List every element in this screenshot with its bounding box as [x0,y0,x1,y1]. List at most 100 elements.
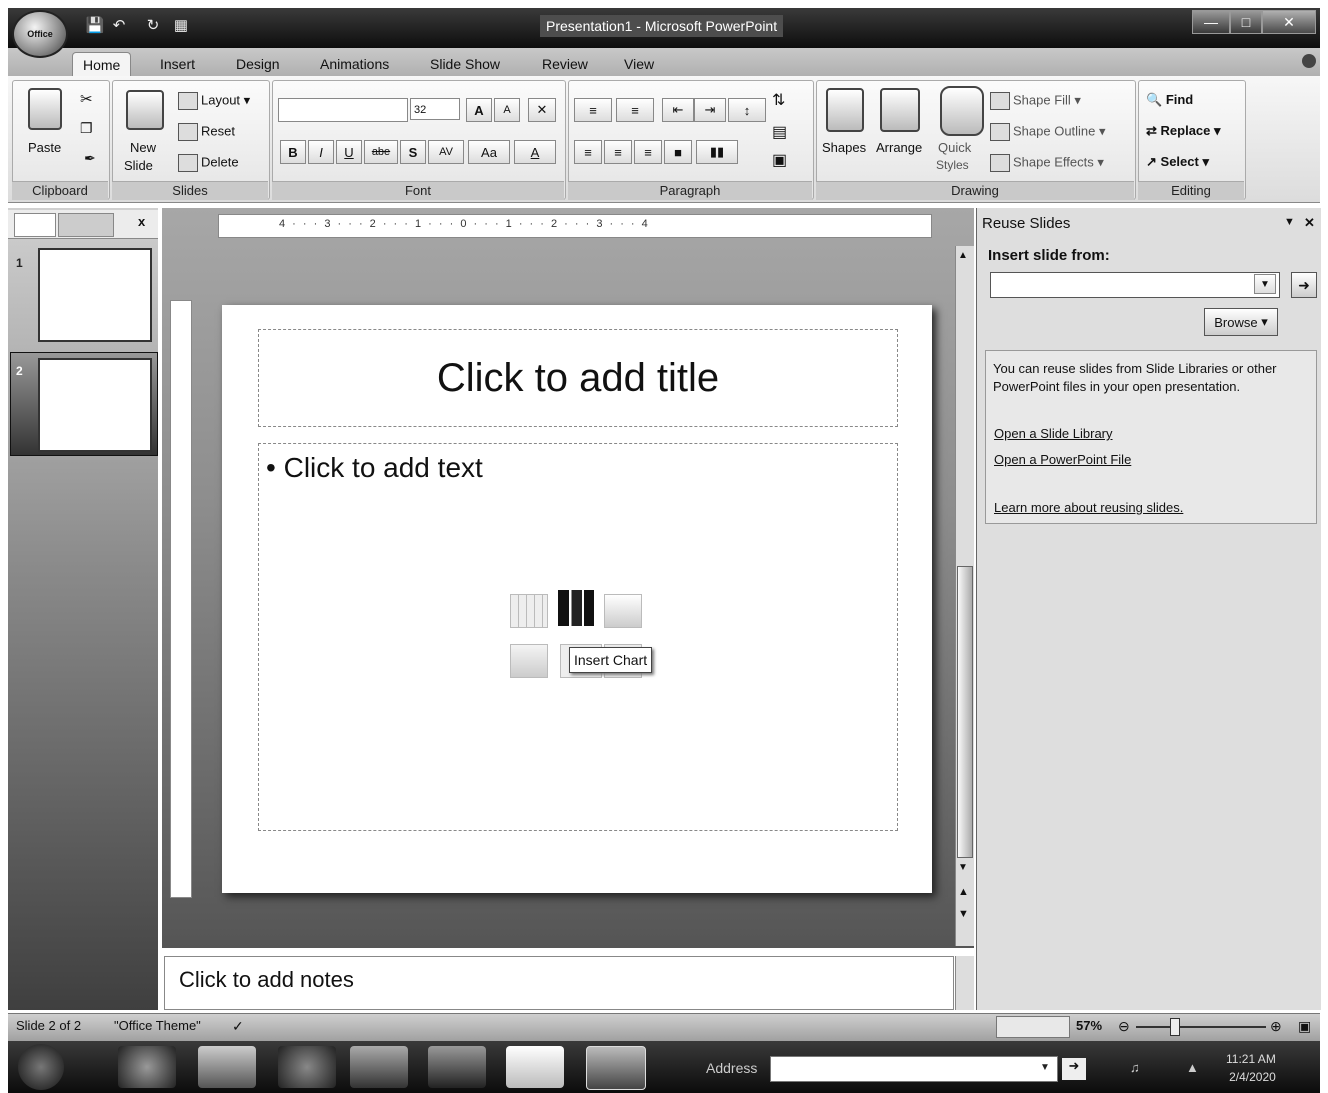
new-slide-label-1[interactable]: New [130,140,156,155]
taskbar-notepad-icon[interactable] [506,1046,564,1088]
line-spacing-icon[interactable]: ↕ [728,98,766,122]
insert-picture-icon[interactable] [510,644,548,678]
align-right-icon[interactable]: ≡ [634,140,662,164]
redo-icon[interactable]: ↻ [142,14,164,36]
title-placeholder[interactable]: Click to add title [258,329,898,427]
body-placeholder-text[interactable]: • Click to add text [266,452,483,484]
scrollbar-thumb[interactable] [957,566,973,858]
browse-button[interactable]: Browse ▾ [1204,308,1278,336]
scroll-up-icon[interactable]: ▲ [958,250,968,261]
tab-design[interactable]: Design [226,52,290,76]
tray-volume-icon[interactable]: ♫ [1130,1060,1140,1075]
address-go-icon[interactable]: ➜ [1062,1058,1086,1080]
insert-table-icon[interactable] [510,594,548,628]
system-clock[interactable]: 11:21 AM 2/4/2020 [1226,1050,1276,1086]
numbering-icon[interactable]: ≡ [616,98,654,122]
paste-icon[interactable] [28,88,62,130]
next-slide-icon[interactable]: ▼ [958,908,969,920]
font-color-button[interactable]: A [514,140,556,164]
tray-network-icon[interactable]: ▲ [1186,1060,1199,1075]
tab-view[interactable]: View [614,52,664,76]
format-painter-icon[interactable]: ✒ [84,150,96,167]
font-name-input[interactable] [278,98,408,122]
bold-button[interactable]: B [280,140,306,164]
combo-dropdown-icon[interactable]: ▼ [1254,274,1276,294]
tab-home[interactable]: Home [72,52,132,77]
italic-button[interactable]: I [308,140,334,164]
clear-formatting-icon[interactable]: ✕ [528,98,556,122]
taskbar-app-icon-1[interactable] [118,1046,176,1088]
zoom-slider[interactable] [1136,1026,1266,1028]
help-icon[interactable] [1302,54,1316,68]
taskbar-app-icon-5[interactable] [428,1046,486,1088]
slide-thumbnail-1[interactable] [38,248,152,342]
delete-button[interactable]: Delete [178,154,239,172]
slides-pane-close[interactable]: x [138,214,145,229]
shapes-icon[interactable] [826,88,864,132]
maximize-button[interactable]: □ [1230,10,1262,34]
decrease-indent-icon[interactable]: ⇤ [662,98,694,122]
zoom-in-icon[interactable]: ⊕ [1270,1018,1282,1035]
quick-styles-label-2[interactable]: Styles [936,158,969,172]
align-left-icon[interactable]: ≡ [574,140,602,164]
minimize-button[interactable]: — [1192,10,1230,34]
align-text-icon[interactable]: ▤ [772,122,787,142]
notes-pane[interactable]: Click to add notes [164,956,954,1010]
insert-slide-from-input[interactable] [990,272,1280,298]
taskbar-word-icon[interactable] [350,1046,408,1088]
shape-effects-button[interactable]: Shape Effects ▾ [990,154,1104,172]
body-placeholder[interactable] [258,443,898,831]
bullets-icon[interactable]: ≡ [574,98,612,122]
shrink-font-button[interactable]: A [494,98,520,122]
taskbar-powerpoint-icon[interactable] [586,1046,646,1090]
char-spacing-button[interactable]: AV [428,140,464,164]
font-size-input[interactable]: 32 [410,98,460,120]
start-button-icon[interactable] [18,1044,64,1090]
arrange-icon[interactable] [880,88,920,132]
outline-tab[interactable] [58,213,114,237]
fit-to-window-icon[interactable]: ▣ [1298,1018,1311,1035]
paste-button[interactable]: Paste [28,140,61,155]
address-dropdown-icon[interactable]: ▼ [1040,1062,1050,1073]
underline-button[interactable]: U [336,140,362,164]
shape-fill-button[interactable]: Shape Fill ▾ [990,92,1081,110]
strikethrough-button[interactable]: abe [364,140,398,164]
task-pane-close-icon[interactable]: ✕ [1304,215,1315,231]
copy-icon[interactable]: ❐ [80,120,93,137]
new-slide-icon[interactable]: ▦ [170,14,192,36]
grow-font-button[interactable]: A [466,98,492,122]
zoom-out-icon[interactable]: ⊖ [1118,1018,1130,1035]
office-button[interactable]: Office [12,10,68,58]
columns-icon[interactable]: ▮▮ [696,140,738,164]
learn-more-link[interactable]: Learn more about reusing slides. [994,500,1183,515]
zoom-level[interactable]: 57% [1076,1018,1102,1033]
new-slide-label-2[interactable]: Slide [124,158,153,173]
undo-icon[interactable]: ↶ [108,14,130,36]
close-button[interactable]: ✕ [1262,10,1316,34]
shapes-button[interactable]: Shapes [822,140,866,155]
shadow-button[interactable]: S [400,140,426,164]
address-input[interactable] [770,1056,1058,1082]
arrange-button[interactable]: Arrange [876,140,922,155]
quick-styles-icon[interactable] [940,86,984,136]
insert-chart-icon[interactable] [558,590,594,626]
select-button[interactable]: ↗ Select ▾ [1146,154,1209,170]
shape-outline-button[interactable]: Shape Outline ▾ [990,123,1106,141]
slide-thumbnail-2[interactable] [38,358,152,452]
task-pane-menu-icon[interactable]: ▼ [1284,216,1295,228]
open-slide-library-link[interactable]: Open a Slide Library [994,426,1113,441]
tab-review[interactable]: Review [532,52,598,76]
cut-icon[interactable]: ✂ [80,90,93,108]
go-arrow-icon[interactable]: ➜ [1291,272,1317,298]
new-slide-big-icon[interactable] [126,90,164,130]
increase-indent-icon[interactable]: ⇥ [694,98,726,122]
align-center-icon[interactable]: ≡ [604,140,632,164]
tab-slide-show[interactable]: Slide Show [420,52,510,76]
tab-insert[interactable]: Insert [150,52,205,76]
notes-scrollbar[interactable] [955,956,974,1010]
open-powerpoint-file-link[interactable]: Open a PowerPoint File [994,452,1131,467]
justify-icon[interactable]: ■ [664,140,692,164]
quick-styles-label-1[interactable]: Quick [938,140,971,155]
save-icon[interactable]: 💾 [84,14,106,36]
zoom-slider-handle[interactable] [1170,1018,1180,1036]
